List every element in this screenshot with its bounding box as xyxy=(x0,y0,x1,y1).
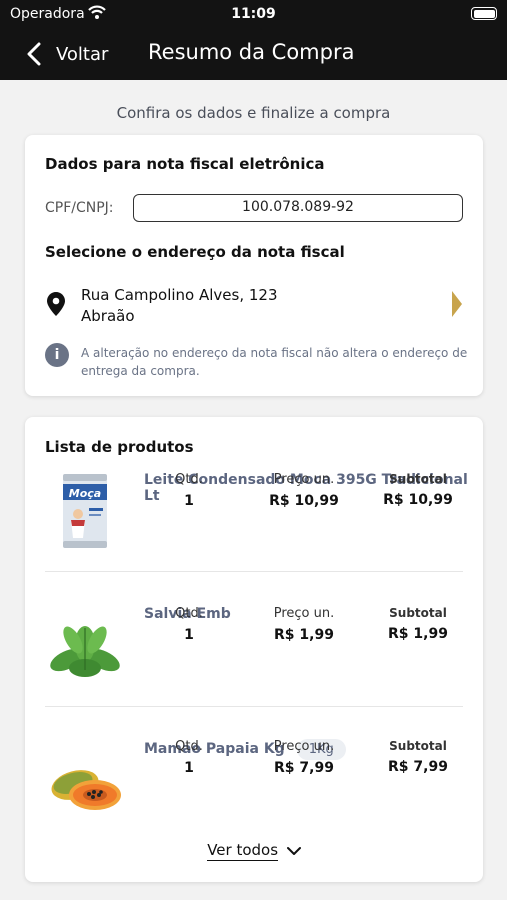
chevron-right-icon[interactable] xyxy=(451,291,463,317)
subtotal-value: R$ 1,99 xyxy=(388,626,448,642)
ver-todos-button[interactable]: Ver todos xyxy=(25,841,483,861)
status-time: 11:09 xyxy=(231,6,276,22)
product-price: Preço un. R$ 10,99 xyxy=(265,472,343,509)
product-price: Preço un. R$ 7,99 xyxy=(265,739,343,776)
location-pin-icon xyxy=(47,292,65,316)
info-icon: i xyxy=(45,343,69,367)
address-line2: Abraão xyxy=(81,307,135,325)
nav-bar: Voltar Resumo da Compra xyxy=(0,28,507,80)
product-item: Moça Leite Condensado Moca 395G Tradicio… xyxy=(25,472,483,606)
qtd-header: Qtd. xyxy=(175,739,203,754)
product-subtotal: Subtotal R$ 1,99 xyxy=(380,606,456,642)
condensed-milk-can-text: Moça xyxy=(69,487,101,500)
status-bar: Operadora 11:09 xyxy=(0,0,507,28)
price-header: Preço un. xyxy=(273,606,335,621)
papaya-image xyxy=(51,770,121,810)
battery-icon xyxy=(471,7,497,20)
condensed-milk-can-image: Moça xyxy=(63,474,107,548)
subtotal-header: Subtotal xyxy=(389,606,447,620)
chevron-down-icon xyxy=(286,846,301,855)
ver-todos-label: Ver todos xyxy=(207,841,279,861)
address-selector[interactable]: Rua Campolino Alves, 123 Abraão xyxy=(81,285,278,327)
divider xyxy=(45,706,463,707)
price-value: R$ 7,99 xyxy=(274,760,334,776)
subtotal-header: Subtotal xyxy=(389,472,447,486)
chevron-left-icon xyxy=(27,42,41,66)
product-qtd: Qtd. 1 xyxy=(165,472,213,509)
qtd-header: Qtd. xyxy=(175,606,203,621)
back-label: Voltar xyxy=(56,43,109,65)
address-info-text: A alteração no endereço da nota fiscal n… xyxy=(81,346,468,378)
subtotal-header: Subtotal xyxy=(389,739,447,753)
product-item: Salvia Emb Qtd. 1 Preço un. R$ 1,99 Subt… xyxy=(25,606,483,740)
price-value: R$ 1,99 xyxy=(274,627,334,643)
price-header: Preço un. xyxy=(273,739,335,754)
price-value: R$ 10,99 xyxy=(269,493,339,509)
divider xyxy=(45,571,463,572)
subtotal-value: R$ 7,99 xyxy=(388,759,448,775)
page-title: Resumo da Compra xyxy=(148,40,355,64)
products-title: Lista de produtos xyxy=(45,438,194,456)
product-price: Preço un. R$ 1,99 xyxy=(265,606,343,643)
qtd-header: Qtd. xyxy=(175,472,203,487)
back-button[interactable]: Voltar xyxy=(26,39,108,69)
product-qtd: Qtd. 1 xyxy=(165,739,213,776)
product-subtotal: Subtotal R$ 7,99 xyxy=(380,739,456,775)
product-qtd: Qtd. 1 xyxy=(165,606,213,643)
invoice-card: Dados para nota fiscal eletrônica CPF/CN… xyxy=(25,135,483,396)
address-line1: Rua Campolino Alves, 123 xyxy=(81,286,278,304)
qtd-value: 1 xyxy=(184,493,194,509)
cpf-field[interactable]: 100.078.089-92 xyxy=(133,194,463,222)
qtd-value: 1 xyxy=(184,627,194,643)
product-subtotal: Subtotal R$ 10,99 xyxy=(380,472,456,508)
subtotal-value: R$ 10,99 xyxy=(383,492,453,508)
page-subtitle: Confira os dados e finalize a compra xyxy=(116,104,391,122)
price-header: Preço un. xyxy=(273,472,335,487)
invoice-title: Dados para nota fiscal eletrônica xyxy=(45,155,325,173)
products-card: Lista de produtos Moça Leite Condensado … xyxy=(25,417,483,882)
address-section-title: Selecione o endereço da nota fiscal xyxy=(45,243,345,261)
cpf-label: CPF/CNPJ: xyxy=(45,200,114,216)
sage-leaves-image xyxy=(50,626,120,677)
qtd-value: 1 xyxy=(184,760,194,776)
